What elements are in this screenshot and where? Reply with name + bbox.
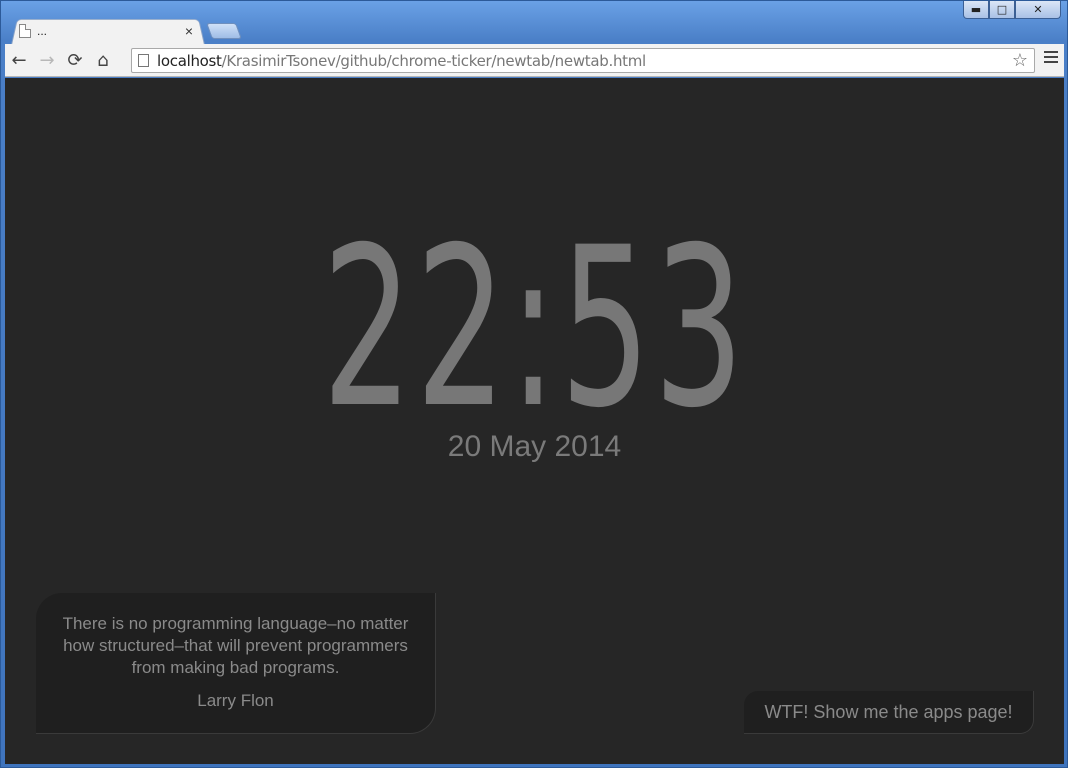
- quote-author: Larry Flon: [197, 691, 274, 710]
- newtab-content: 22:53 20 May 2014 There is no programmin…: [5, 78, 1064, 764]
- reload-button[interactable]: ⟳: [61, 46, 89, 74]
- forward-button[interactable]: →: [33, 46, 61, 74]
- tab-title: ...: [37, 24, 48, 38]
- url-host: localhost: [157, 51, 222, 70]
- tab-strip: ... × ▬ □ ✕: [1, 1, 1067, 45]
- minimize-button[interactable]: ▬: [963, 1, 989, 19]
- address-bar[interactable]: localhost/KrasimirTsonev/github/chrome-t…: [131, 48, 1035, 73]
- window-controls: ▬ □ ✕: [963, 1, 1061, 19]
- back-button[interactable]: ←: [5, 46, 33, 74]
- clock-time: 22:53: [321, 200, 748, 456]
- new-tab-button[interactable]: [206, 23, 242, 39]
- menu-icon[interactable]: [1044, 50, 1058, 64]
- clock-date: 20 May 2014: [447, 430, 622, 463]
- browser-window: ... × ▬ □ ✕ ← → ⟳ ⌂ localhost/KrasimirTs…: [0, 0, 1068, 768]
- maximize-button[interactable]: □: [989, 1, 1015, 19]
- url-path: /KrasimirTsonev/github/chrome-ticker/new…: [221, 51, 647, 70]
- url-text: localhost/KrasimirTsonev/github/chrome-t…: [157, 52, 646, 70]
- page-icon: [19, 24, 31, 38]
- quote-text: There is no programming language–no matt…: [62, 614, 409, 677]
- bookmark-star-icon[interactable]: ☆: [1012, 50, 1028, 71]
- close-window-button[interactable]: ✕: [1015, 1, 1061, 19]
- quote-panel: There is no programming language–no matt…: [36, 593, 436, 734]
- close-tab-icon[interactable]: ×: [185, 23, 193, 39]
- apps-page-button[interactable]: WTF! Show me the apps page!: [744, 691, 1034, 734]
- tab-active[interactable]: ... ×: [19, 19, 199, 43]
- browser-toolbar: ← → ⟳ ⌂ localhost/KrasimirTsonev/github/…: [5, 44, 1064, 77]
- home-button[interactable]: ⌂: [89, 46, 117, 74]
- page-icon: [138, 54, 149, 67]
